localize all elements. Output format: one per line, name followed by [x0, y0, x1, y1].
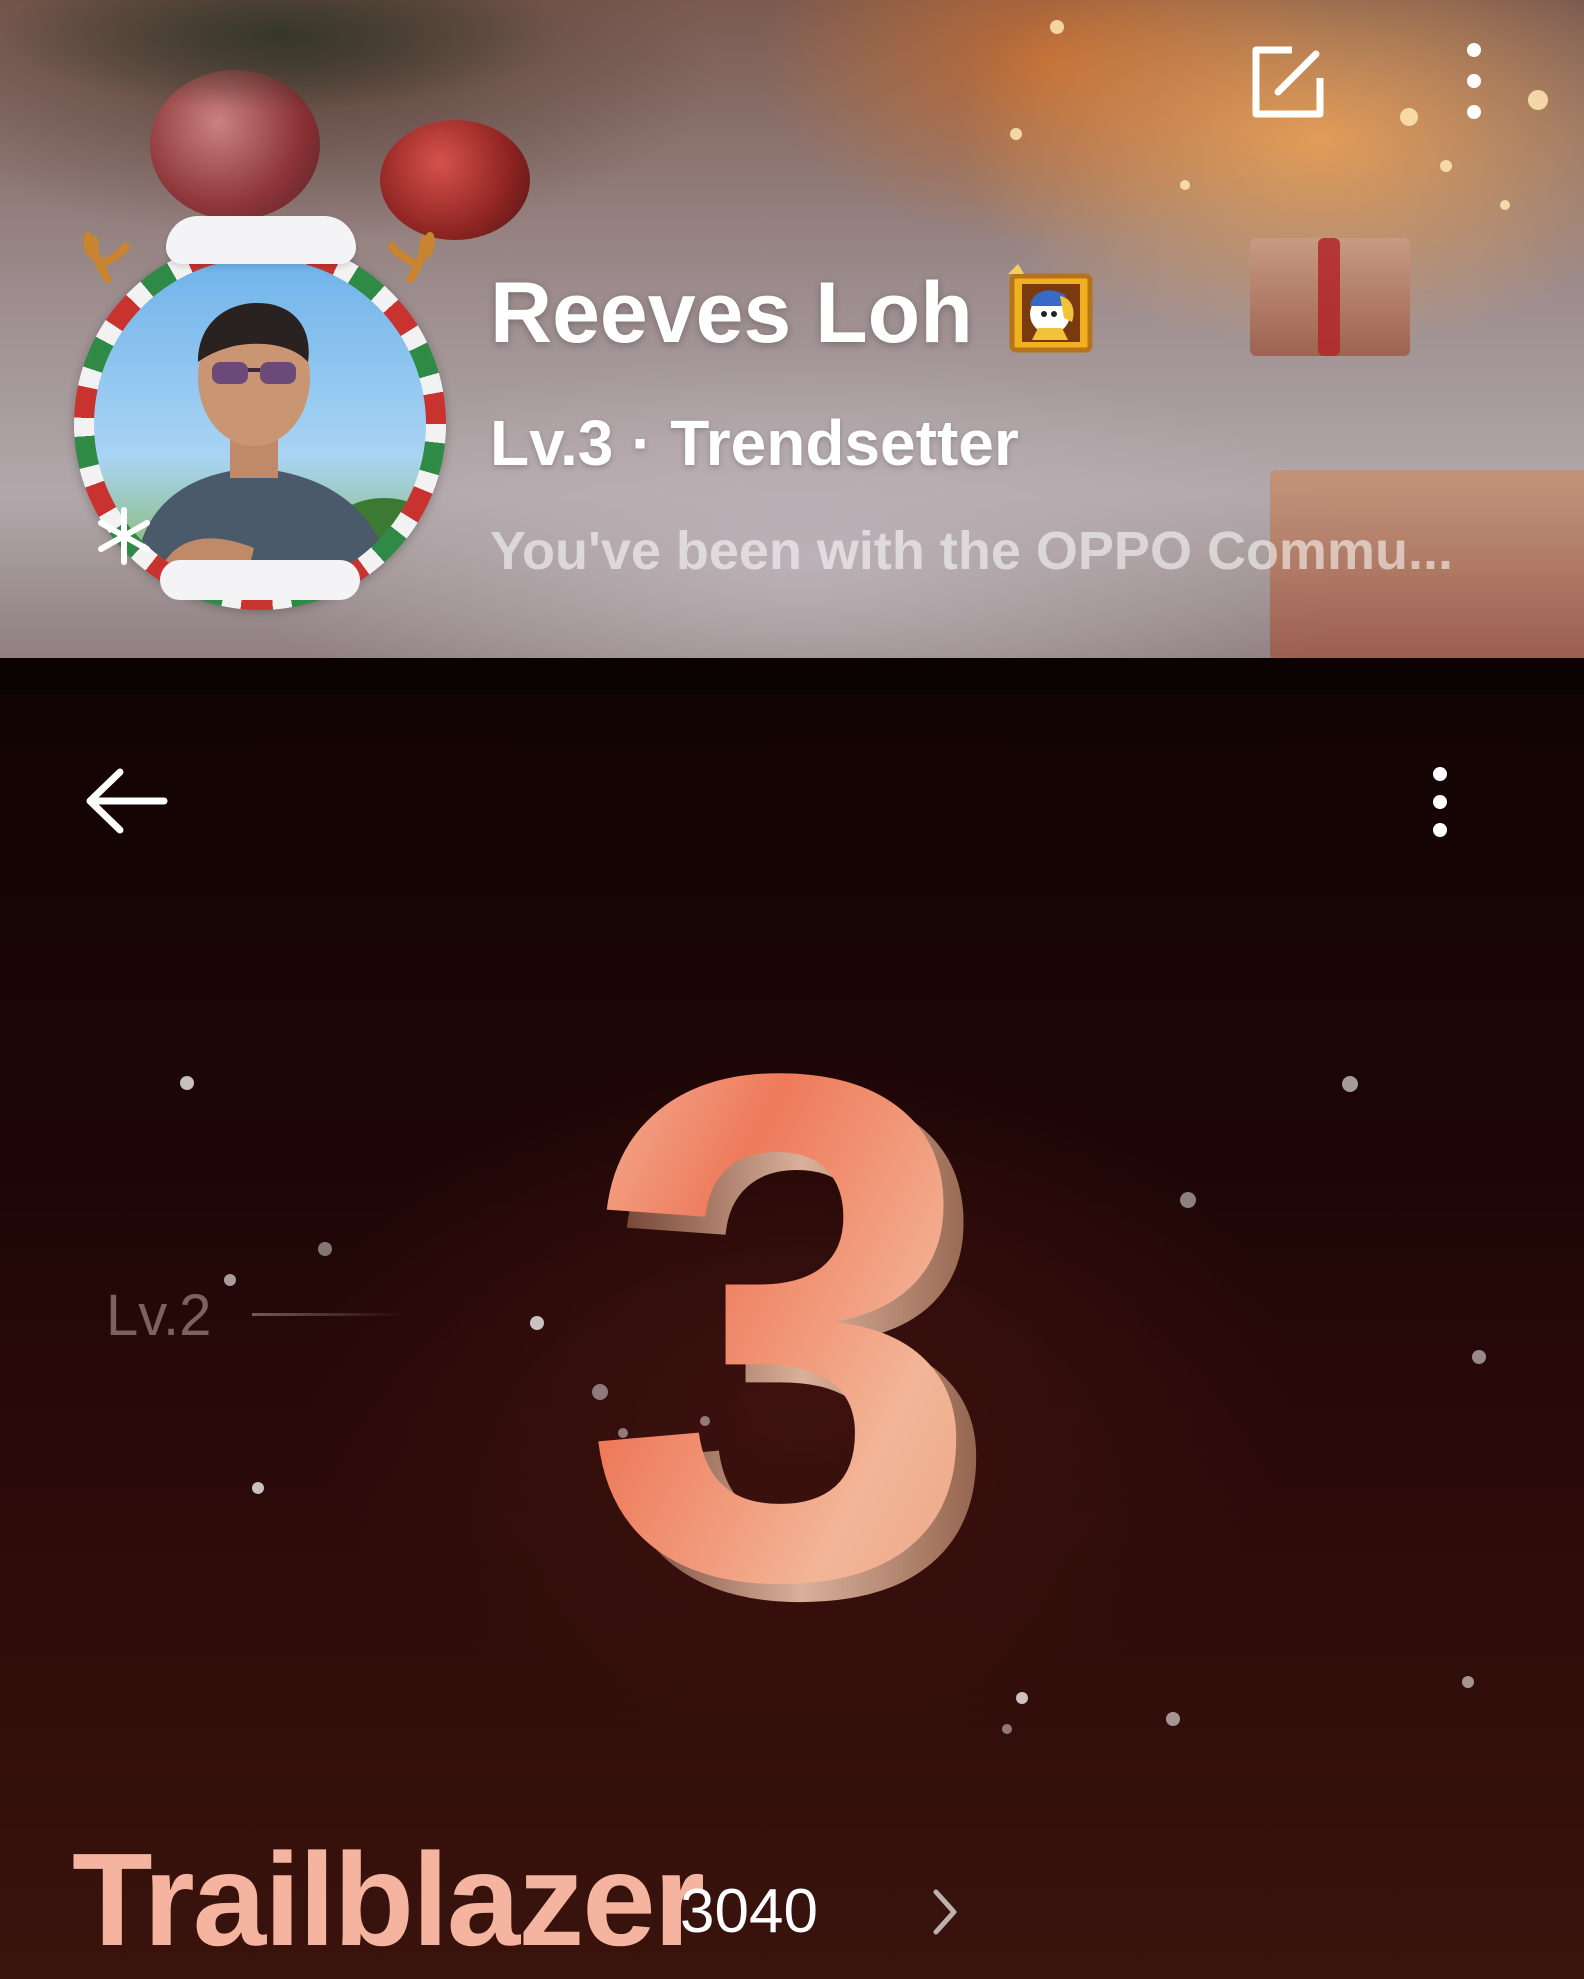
snowflake-icon: [94, 506, 154, 566]
snow-particle: [1180, 1192, 1196, 1208]
profile-header: Reeves Loh Lv.3 · Trendsetter You've bee…: [0, 0, 1584, 660]
bokeh-light: [1010, 128, 1022, 140]
snow-particle: [318, 1242, 332, 1256]
bokeh-light: [1050, 20, 1064, 34]
bokeh-light: [1400, 108, 1418, 126]
bokeh-light: [1180, 180, 1190, 190]
pine-branch-decoration: [0, 0, 560, 110]
username: Reeves Loh: [490, 265, 973, 361]
rank-title: Trailblazer: [72, 1826, 705, 1973]
snow-particle: [1166, 1712, 1180, 1726]
profile-bio: You've been with the OPPO Commu...: [490, 521, 1453, 581]
antler-icon: [382, 226, 438, 284]
previous-level-connector: [252, 1313, 402, 1316]
snow-decoration: [160, 560, 360, 600]
snow-cap-decoration: [166, 216, 356, 264]
snow-particle: [1462, 1676, 1474, 1688]
gift-box-ribbon: [1318, 238, 1340, 356]
snow-particle: [180, 1076, 194, 1090]
bokeh-light: [1440, 160, 1452, 172]
points-value: 3040: [680, 1877, 818, 1946]
snow-particle: [224, 1274, 236, 1286]
level-title[interactable]: Lv.3 · Trendsetter: [490, 406, 1019, 480]
back-arrow-icon[interactable]: [84, 766, 168, 836]
current-level-number: 3 3: [530, 924, 1050, 1747]
bokeh-light: [1528, 90, 1548, 110]
antler-icon: [80, 226, 136, 284]
snow-particle: [1472, 1350, 1486, 1364]
avatar[interactable]: [74, 216, 448, 610]
level-number-face: 3: [582, 964, 982, 1664]
edit-icon[interactable]: [1248, 42, 1328, 122]
snow-particle: [1016, 1692, 1028, 1704]
level-detail-panel: Lv.2 3 3 Trailblazer 3040: [0, 694, 1584, 1979]
chevron-right-icon[interactable]: [930, 1886, 960, 1938]
bokeh-light: [1500, 200, 1510, 210]
previous-level-label: Lv.2: [106, 1283, 212, 1348]
pearl-earring-girl-badge-icon[interactable]: [1002, 262, 1098, 354]
more-vertical-icon[interactable]: [1418, 762, 1462, 842]
split-divider: [0, 658, 1584, 696]
snow-particle: [1342, 1076, 1358, 1092]
screen: Reeves Loh Lv.3 · Trendsetter You've bee…: [0, 0, 1584, 1979]
more-vertical-icon[interactable]: [1452, 36, 1496, 126]
snow-particle: [1002, 1724, 1012, 1734]
snow-particle: [252, 1482, 264, 1494]
